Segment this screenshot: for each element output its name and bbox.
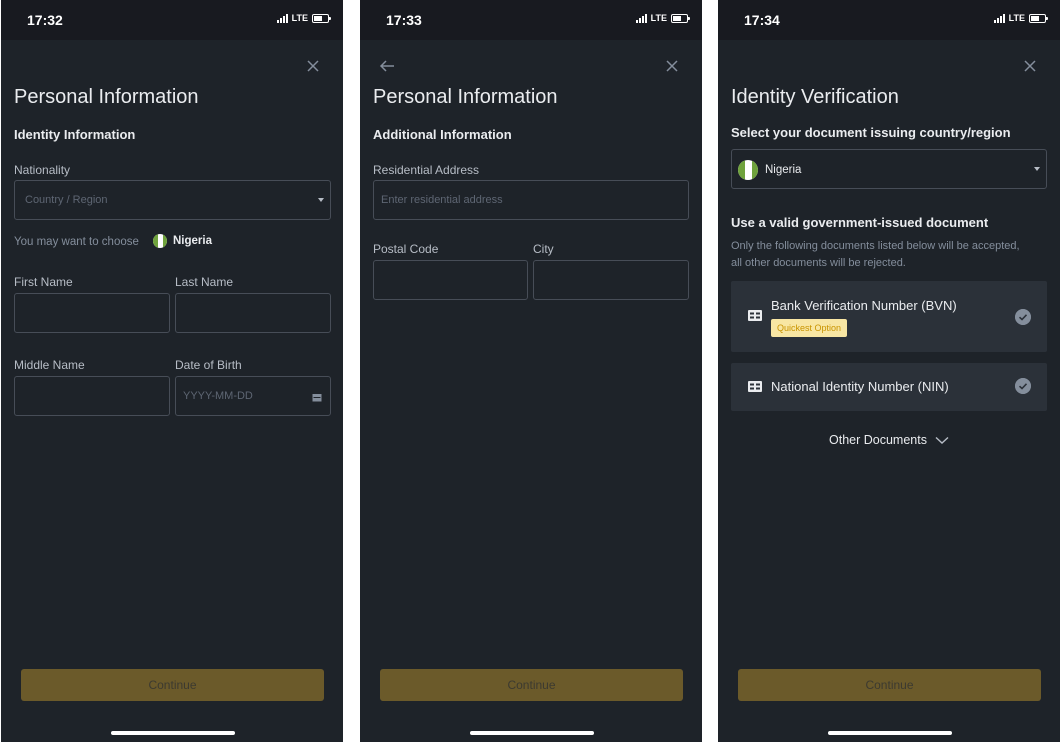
check-circle-icon xyxy=(1015,309,1031,325)
document-label: National Identity Number (NIN) xyxy=(771,379,949,394)
id-card-icon xyxy=(748,381,762,392)
nigeria-flag-icon xyxy=(153,234,167,248)
document-note-line1: Only the following documents listed belo… xyxy=(731,240,1020,252)
status-bar: 17:34 LTE xyxy=(718,0,1060,40)
back-arrow-icon[interactable] xyxy=(378,58,396,74)
first-name-field[interactable] xyxy=(14,293,170,333)
page-title: Personal Information xyxy=(373,86,558,108)
screen-personal-additional: 17:33 LTE Personal Information Additiona… xyxy=(360,0,702,742)
first-name-label: First Name xyxy=(14,275,73,289)
home-indicator xyxy=(828,731,952,735)
id-card-icon xyxy=(748,310,762,321)
home-indicator xyxy=(111,731,235,735)
status-bar: 17:33 LTE xyxy=(360,0,702,40)
dob-label: Date of Birth xyxy=(175,358,242,372)
document-note-line2: all other documents will be rejected. xyxy=(731,257,906,269)
other-documents-toggle[interactable]: Other Documents xyxy=(718,433,1060,447)
section-heading: Additional Information xyxy=(373,127,512,142)
status-icons: LTE xyxy=(276,13,331,23)
nationality-label: Nationality xyxy=(14,163,71,177)
status-bar: 17:32 LTE xyxy=(1,0,343,40)
city-field[interactable] xyxy=(533,260,689,300)
status-time: 17:32 xyxy=(27,12,63,28)
other-documents-label: Other Documents xyxy=(829,433,927,447)
page-title: Personal Information xyxy=(14,86,199,108)
home-indicator xyxy=(470,731,594,735)
signal-icon xyxy=(276,13,288,23)
network-type: LTE xyxy=(1008,13,1025,23)
chevron-down-icon xyxy=(318,198,324,202)
middle-name-label: Middle Name xyxy=(14,358,85,372)
suggested-country-name: Nigeria xyxy=(173,235,212,247)
dob-field[interactable]: YYYY-MM-DD xyxy=(175,376,331,416)
nationality-placeholder: Country / Region xyxy=(25,194,108,206)
continue-label: Continue xyxy=(507,678,556,692)
status-icons: LTE xyxy=(635,13,690,23)
postal-code-label: Postal Code xyxy=(373,242,439,256)
address-label: Residential Address xyxy=(373,163,480,177)
dob-placeholder: YYYY-MM-DD xyxy=(183,390,253,402)
battery-icon xyxy=(1029,13,1048,23)
chevron-down-icon xyxy=(1034,167,1040,171)
signal-icon xyxy=(993,13,1005,23)
close-icon[interactable] xyxy=(1022,58,1038,74)
status-time: 17:34 xyxy=(744,12,780,28)
document-heading: Use a valid government-issued document xyxy=(731,215,989,230)
network-type: LTE xyxy=(291,13,308,23)
document-option-nin[interactable]: National Identity Number (NIN) xyxy=(731,363,1047,411)
middle-name-field[interactable] xyxy=(14,376,170,416)
page-title: Identity Verification xyxy=(731,86,899,108)
last-name-field[interactable] xyxy=(175,293,331,333)
section-heading: Identity Information xyxy=(14,127,136,142)
battery-icon xyxy=(312,13,331,23)
last-name-label: Last Name xyxy=(175,275,234,289)
calendar-icon xyxy=(312,394,322,402)
battery-icon xyxy=(671,13,690,23)
quickest-option-badge: Quickest Option xyxy=(771,319,848,337)
address-field[interactable]: Enter residential address xyxy=(373,180,689,220)
screen-identity-verification: 17:34 LTE Identity Verification Select y… xyxy=(718,0,1060,742)
signal-icon xyxy=(635,13,647,23)
country-prompt: Select your document issuing country/reg… xyxy=(731,125,1011,140)
selected-country: Nigeria xyxy=(738,160,801,180)
status-icons: LTE xyxy=(993,13,1048,23)
continue-label: Continue xyxy=(148,678,197,692)
status-time: 17:33 xyxy=(386,12,422,28)
country-select[interactable]: Nigeria xyxy=(731,149,1047,189)
document-label: Bank Verification Number (BVN) xyxy=(771,298,957,313)
selected-country-name: Nigeria xyxy=(765,164,802,176)
continue-button[interactable]: Continue xyxy=(380,669,683,701)
document-option-bvn[interactable]: Bank Verification Number (BVN) Quickest … xyxy=(731,281,1047,352)
postal-code-field[interactable] xyxy=(373,260,528,300)
network-type: LTE xyxy=(650,13,667,23)
close-icon[interactable] xyxy=(305,58,321,74)
suggested-country-chip[interactable]: Nigeria xyxy=(153,234,212,248)
nationality-select[interactable]: Country / Region xyxy=(14,180,331,220)
continue-button[interactable]: Continue xyxy=(738,669,1041,701)
chevron-down-icon xyxy=(935,436,949,444)
address-placeholder: Enter residential address xyxy=(381,194,503,206)
continue-button[interactable]: Continue xyxy=(21,669,324,701)
continue-label: Continue xyxy=(865,678,914,692)
suggestion-text: You may want to choose xyxy=(14,236,139,248)
city-label: City xyxy=(533,242,554,256)
screen-personal-identity: 17:32 LTE Personal Information Identity … xyxy=(1,0,343,742)
check-circle-icon xyxy=(1015,378,1031,394)
nigeria-flag-icon xyxy=(738,160,758,180)
close-icon[interactable] xyxy=(664,58,680,74)
